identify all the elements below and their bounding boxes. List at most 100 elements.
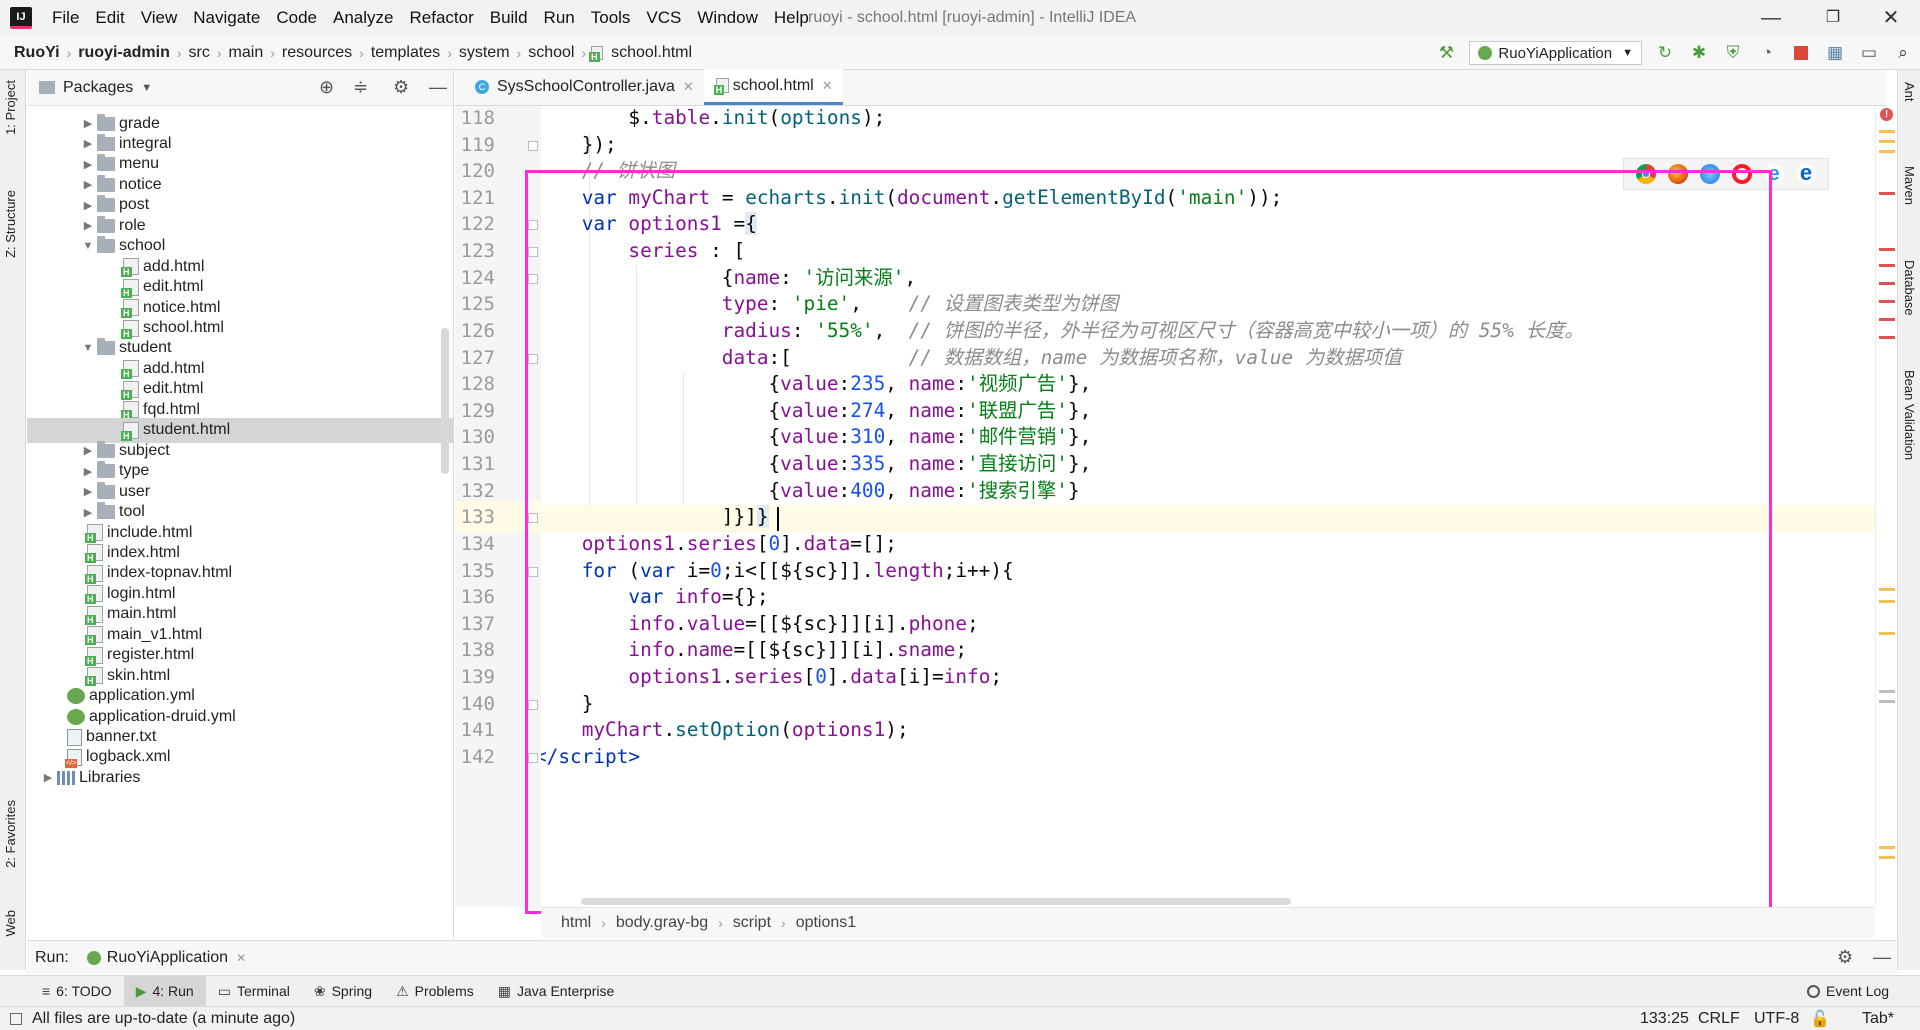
- fold-marker-icon[interactable]: [528, 140, 538, 151]
- fold-marker-icon[interactable]: [528, 752, 538, 763]
- close-icon[interactable]: ✕: [236, 951, 246, 965]
- warning-marker[interactable]: [1879, 856, 1895, 859]
- warning-marker[interactable]: [1879, 588, 1895, 591]
- breadcrumb-item[interactable]: RuoYi: [10, 44, 64, 62]
- firefox-icon[interactable]: [1668, 164, 1688, 184]
- editor-breadcrumb-item[interactable]: body.gray-bg: [616, 914, 708, 932]
- tab-web[interactable]: Web: [3, 910, 18, 937]
- tab-sysschoolcontroller[interactable]: C SysSchoolController.java ✕: [465, 69, 704, 105]
- chevron-right-icon[interactable]: ▶: [81, 485, 95, 498]
- menu-refactor[interactable]: Refactor: [401, 0, 481, 36]
- error-marker[interactable]: [1879, 336, 1895, 339]
- opera-icon[interactable]: [1732, 164, 1752, 184]
- edge-icon[interactable]: e: [1796, 162, 1816, 184]
- minimize-icon[interactable]: —: [1746, 0, 1796, 36]
- editor-breadcrumb-item[interactable]: script: [733, 914, 771, 932]
- stop-icon[interactable]: [1789, 41, 1813, 65]
- error-marker[interactable]: [1879, 300, 1895, 303]
- error-marker[interactable]: [1879, 264, 1895, 267]
- caret-position[interactable]: 133:25: [1640, 1010, 1689, 1028]
- file-encoding[interactable]: UTF-8: [1754, 1010, 1799, 1028]
- layout-icon[interactable]: ▭: [1857, 41, 1881, 65]
- indent-setting[interactable]: Tab*: [1862, 1010, 1894, 1028]
- event-log-button[interactable]: Event Log: [1795, 976, 1901, 1007]
- bottom-tab[interactable]: ▭ Terminal: [206, 976, 302, 1007]
- run-config-select[interactable]: RuoYiApplication ▼: [1469, 41, 1642, 65]
- profile-icon[interactable]: ◔: [1755, 41, 1779, 65]
- chevron-right-icon[interactable]: ▶: [81, 506, 95, 519]
- fold-marker-icon[interactable]: [528, 513, 538, 524]
- project-view-label[interactable]: Packages: [63, 79, 133, 97]
- warning-marker[interactable]: [1879, 846, 1895, 849]
- breadcrumb-item[interactable]: resources: [278, 44, 356, 62]
- coverage-icon[interactable]: ⛨: [1721, 41, 1745, 65]
- safari-icon[interactable]: [1700, 164, 1720, 184]
- warning-marker[interactable]: [1879, 140, 1895, 143]
- menu-code[interactable]: Code: [268, 0, 325, 36]
- warning-marker[interactable]: [1879, 632, 1895, 635]
- restore-icon[interactable]: ❐: [1808, 0, 1858, 36]
- breadcrumb-item[interactable]: src: [185, 44, 214, 62]
- info-marker[interactable]: [1879, 700, 1895, 703]
- horizontal-scrollbar[interactable]: [581, 898, 1291, 905]
- editor-breadcrumb-item[interactable]: options1: [796, 914, 857, 932]
- chevron-down-icon[interactable]: ▼: [141, 82, 152, 94]
- bottom-tab[interactable]: ❀ Spring: [302, 976, 384, 1007]
- menu-analyze[interactable]: Analyze: [325, 0, 401, 36]
- menu-run[interactable]: Run: [536, 0, 583, 36]
- chevron-right-icon[interactable]: ▶: [81, 158, 95, 171]
- editor-scroll-markers[interactable]: !: [1875, 106, 1897, 907]
- warning-marker[interactable]: [1879, 130, 1895, 133]
- collapse-icon[interactable]: ≑: [353, 77, 368, 98]
- close-icon[interactable]: ✕: [683, 79, 694, 95]
- gear-icon[interactable]: ⚙: [1837, 947, 1853, 968]
- close-window-icon[interactable]: ✕: [1866, 0, 1916, 36]
- bottom-tab[interactable]: ⚠ Problems: [384, 976, 486, 1007]
- rerun-icon[interactable]: ↻: [1653, 41, 1677, 65]
- menu-file[interactable]: File: [44, 0, 87, 36]
- menu-vcs[interactable]: VCS: [638, 0, 689, 36]
- tab-ant[interactable]: Ant: [1902, 82, 1917, 102]
- tree-scrollbar[interactable]: [441, 328, 449, 474]
- hide-icon[interactable]: —: [1873, 947, 1891, 968]
- info-marker[interactable]: [1879, 690, 1895, 693]
- menu-edit[interactable]: Edit: [87, 0, 132, 36]
- chevron-right-icon[interactable]: ▶: [81, 178, 95, 191]
- tab-maven[interactable]: Maven: [1902, 166, 1917, 205]
- warning-marker[interactable]: [1879, 150, 1895, 153]
- tab-bean-validation[interactable]: Bean Validation: [1902, 370, 1917, 460]
- tab-structure[interactable]: Z: Structure: [3, 190, 18, 258]
- chevron-right-icon[interactable]: ▶: [81, 137, 95, 150]
- chrome-icon[interactable]: [1636, 164, 1656, 184]
- lock-icon[interactable]: 🔓: [1810, 1009, 1830, 1029]
- menu-navigate[interactable]: Navigate: [185, 0, 268, 36]
- project-structure-icon[interactable]: ▦: [1823, 41, 1847, 65]
- error-marker[interactable]: [1879, 248, 1895, 251]
- fold-marker-icon[interactable]: [528, 353, 538, 364]
- bottom-tab[interactable]: ≡ 6: TODO: [30, 976, 124, 1007]
- breadcrumb-item[interactable]: school.html: [607, 44, 696, 62]
- menu-tools[interactable]: Tools: [583, 0, 639, 36]
- locate-icon[interactable]: ⊕: [319, 77, 334, 98]
- chevron-right-icon[interactable]: ▶: [81, 444, 95, 457]
- tab-database[interactable]: Database: [1902, 260, 1917, 316]
- fold-marker-icon[interactable]: [528, 273, 538, 284]
- error-marker[interactable]: [1879, 282, 1895, 285]
- chevron-down-icon[interactable]: ▼: [81, 240, 95, 252]
- search-icon[interactable]: ⌕: [1891, 41, 1915, 65]
- gear-icon[interactable]: ⚙: [393, 77, 409, 98]
- bottom-tab[interactable]: ▶ 4: Run: [123, 975, 206, 1007]
- line-separator[interactable]: CRLF: [1698, 1010, 1740, 1028]
- tab-favorites[interactable]: 2: Favorites: [3, 800, 18, 868]
- chevron-right-icon[interactable]: ▶: [81, 117, 95, 130]
- chevron-right-icon[interactable]: ▶: [81, 199, 95, 212]
- breadcrumb-item[interactable]: system: [455, 44, 514, 62]
- build-hammer-icon[interactable]: ⚒: [1434, 41, 1458, 65]
- tab-project[interactable]: 1: Project: [3, 80, 18, 135]
- hide-icon[interactable]: —: [429, 77, 447, 98]
- breadcrumb-item[interactable]: ruoyi-admin: [74, 44, 174, 62]
- chevron-right-icon[interactable]: ▶: [81, 219, 95, 232]
- menu-build[interactable]: Build: [482, 0, 536, 36]
- bottom-tab[interactable]: ▦ Java Enterprise: [486, 976, 627, 1007]
- tree-item[interactable]: ▶ Libraries: [27, 765, 453, 790]
